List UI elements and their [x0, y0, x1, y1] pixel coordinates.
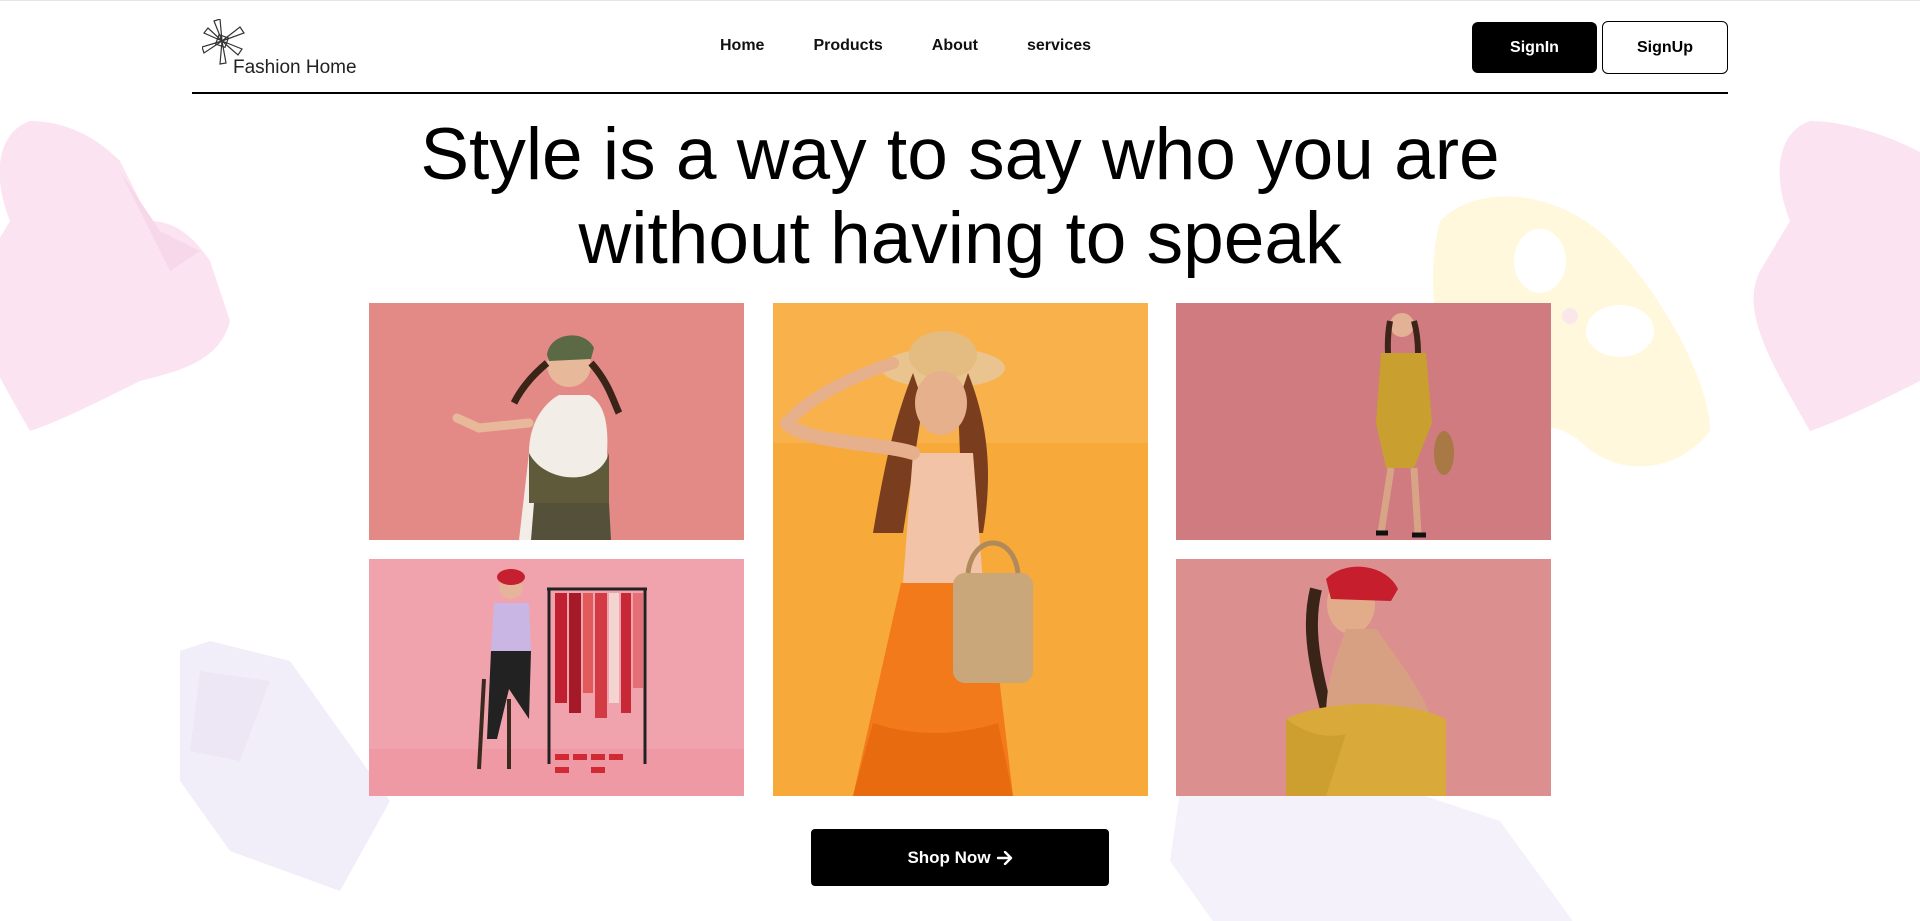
hero-title-line2: without having to speak	[578, 198, 1342, 279]
signin-button[interactable]: SignIn	[1472, 22, 1597, 73]
gallery-photo-4[interactable]	[369, 559, 744, 796]
gallery-photo-3[interactable]	[1176, 303, 1551, 540]
signup-button[interactable]: SignUp	[1602, 21, 1728, 74]
nav-item-home[interactable]: Home	[720, 37, 764, 55]
hero-title: Style is a way to say who you are withou…	[360, 113, 1560, 281]
site-header: Fashion Home Home Products About service…	[192, 1, 1728, 94]
main-nav: Home Products About services	[720, 37, 1140, 55]
hero-title-line1: Style is a way to say who you are	[420, 114, 1500, 195]
photo-woman-beanie	[369, 303, 744, 540]
landing-page: Fashion Home Home Products About service…	[0, 0, 1920, 921]
gallery-photo-1[interactable]	[369, 303, 744, 540]
photo-woman-clothes-rack	[369, 559, 744, 796]
brand-logo[interactable]: Fashion Home	[202, 19, 362, 81]
photo-woman-red-headscarf	[1176, 559, 1551, 796]
shop-now-label: Shop Now	[907, 847, 991, 867]
brand-name: Fashion Home	[233, 57, 357, 78]
gallery-photo-5[interactable]	[1176, 559, 1551, 796]
photo-woman-straw-hat	[773, 303, 1148, 796]
shop-now-button[interactable]: Shop Now	[811, 829, 1109, 886]
photo-woman-yellow-dress	[1176, 303, 1551, 540]
gallery-photo-2[interactable]	[773, 303, 1148, 796]
nav-item-products[interactable]: Products	[813, 37, 882, 55]
nav-item-about[interactable]: About	[932, 37, 978, 55]
pink-shirt-decoration	[0, 121, 230, 431]
nav-item-services[interactable]: services	[1027, 37, 1091, 55]
pink-shirt-decoration-right	[1753, 121, 1920, 431]
arrow-right-icon	[996, 850, 1012, 865]
